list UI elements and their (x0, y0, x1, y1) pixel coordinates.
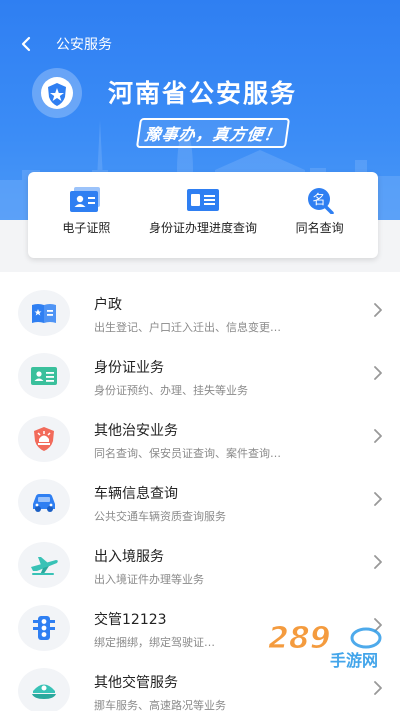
page-title: 河南省公安服务 (108, 79, 298, 108)
service-list: 户政 出生登记、户口迁入迁出、信息变更… 身份证业务 身份证预约、办理、挂失等业… (0, 272, 400, 711)
service-subtitle: 公共交通车辆资质查询服务 (94, 510, 226, 523)
service-item-vehicle-query[interactable]: 车辆信息查询 公共交通车辆资质查询服务 (0, 473, 400, 536)
chevron-right-icon (374, 492, 382, 506)
service-item-other-security[interactable]: 其他治安业务 同名查询、保安员证查询、案件查询… (0, 410, 400, 473)
icon-bubble (18, 668, 70, 711)
id-progress-icon (187, 189, 219, 211)
airplane-icon (31, 557, 58, 575)
service-title: 其他交管服务 (94, 675, 178, 691)
name-search-icon: 名 (307, 188, 334, 214)
svg-text:名: 名 (312, 192, 325, 208)
service-item-id-card[interactable]: 身份证业务 身份证预约、办理、挂失等业务 (0, 347, 400, 410)
icon-bubble (18, 290, 70, 336)
service-item-household[interactable]: 户政 出生登记、户口迁入迁出、信息变更… (0, 284, 400, 347)
service-title: 其他治安业务 (94, 423, 178, 439)
service-subtitle: 出入境证件办理等业务 (94, 573, 204, 586)
quick-action-label: 电子证照 (62, 221, 111, 235)
icon-bubble (18, 353, 70, 399)
service-subtitle: 身份证预约、办理、挂失等业务 (94, 384, 248, 397)
chevron-left-icon (21, 36, 31, 52)
icon-bubble (18, 479, 70, 525)
service-subtitle: 同名查询、保安员证查询、案件查询… (94, 447, 281, 460)
back-button[interactable] (12, 30, 40, 58)
quick-action-label: 身份证办理进度查询 (149, 221, 258, 235)
slogan-banner: 豫事办，真方便！ (135, 118, 291, 148)
service-subtitle: 挪车服务、高速路况等业务 (94, 699, 226, 711)
service-title: 交管12123 (94, 612, 167, 628)
quick-action-e-certificate[interactable]: 电子证照 (28, 172, 145, 258)
top-navigation-bar: 公安服务 (0, 28, 400, 60)
chevron-right-icon (374, 429, 382, 443)
service-subtitle: 出生登记、户口迁入迁出、信息变更… (94, 321, 281, 334)
chevron-right-icon (374, 555, 382, 569)
chevron-right-icon (374, 618, 382, 632)
service-item-other-traffic[interactable]: 其他交管服务 挪车服务、高速路况等业务 (0, 662, 400, 711)
service-item-traffic-12123[interactable]: 交管12123 绑定捆绑，绑定驾驶证… (0, 599, 400, 662)
nav-title: 公安服务 (56, 37, 112, 53)
police-badge-logo (32, 68, 82, 118)
police-cap-icon (32, 684, 56, 699)
id-card-icon (31, 367, 57, 385)
service-item-exit-entry[interactable]: 出入境服务 出入境证件办理等业务 (0, 536, 400, 599)
chevron-right-icon (374, 303, 382, 317)
quick-action-id-progress[interactable]: 身份证办理进度查询 (145, 172, 262, 258)
police-badge-icon (41, 77, 73, 109)
service-title: 车辆信息查询 (94, 486, 178, 502)
service-title: 出入境服务 (94, 549, 164, 565)
icon-bubble (18, 605, 70, 651)
service-title: 户政 (94, 297, 122, 313)
traffic-light-icon (33, 616, 55, 640)
quick-action-label: 同名查询 (295, 221, 344, 235)
service-subtitle: 绑定捆绑，绑定驾驶证… (94, 636, 215, 649)
quick-actions-card: 电子证照 身份证办理进度查询 名 同名查询 (28, 172, 378, 258)
chevron-right-icon (374, 366, 382, 380)
police-shield-icon (34, 427, 54, 451)
household-book-icon (32, 304, 56, 323)
quick-action-name-search[interactable]: 名 同名查询 (261, 172, 378, 258)
car-icon (33, 494, 55, 512)
icon-bubble (18, 542, 70, 588)
service-title: 身份证业务 (94, 360, 164, 376)
chevron-right-icon (374, 681, 382, 695)
id-card-icon (70, 187, 101, 212)
icon-bubble (18, 416, 70, 462)
